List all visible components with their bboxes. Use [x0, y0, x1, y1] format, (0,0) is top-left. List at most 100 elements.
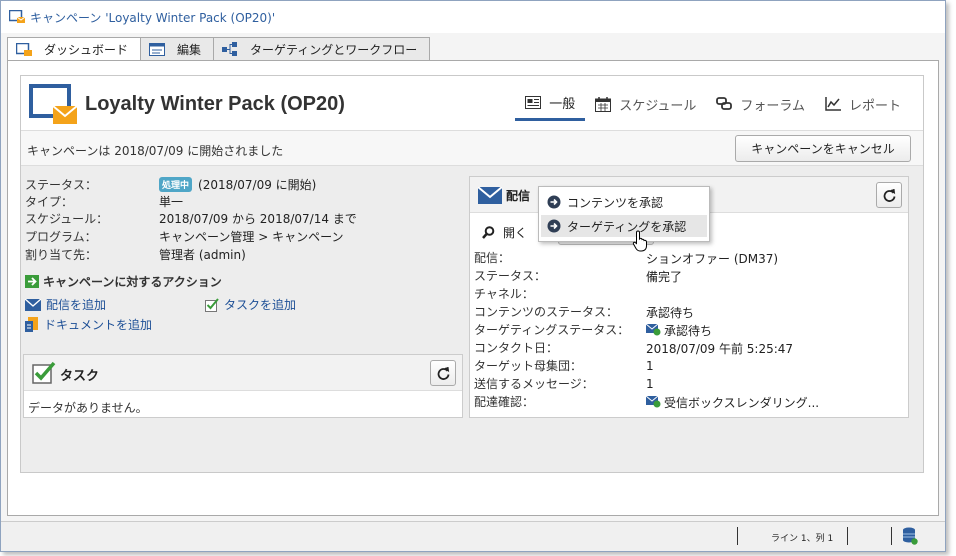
program-label: プログラム：: [25, 230, 97, 244]
delivery-status-label: ステータス：: [474, 269, 547, 283]
channel-row: チャネル：: [474, 285, 646, 303]
status-separator: [891, 527, 892, 545]
assignee-value: 管理者 (admin): [159, 248, 246, 262]
status-label: ステータス：: [25, 178, 98, 192]
add-task-label: タスクを追加: [224, 298, 297, 312]
campaign-icon: [9, 10, 25, 23]
tasks-widget: タスク データがありません。: [23, 354, 463, 418]
tasks-header: タスク: [24, 355, 462, 391]
cursor-position: ライン 1、列 1: [771, 534, 834, 544]
approve-targeting-label: ターゲティングを承認: [567, 219, 687, 234]
add-document-label: ドキュメントを追加: [44, 318, 153, 332]
campaign-actions-heading: キャンペーンに対するアクション: [25, 273, 222, 290]
program-link[interactable]: キャンペーン管理 > キャンペーン: [159, 228, 344, 246]
contact-date-row: コンタクト日： 2018/07/09 午前 5:25:47: [474, 339, 793, 357]
general-icon: [525, 96, 542, 109]
view-schedule[interactable]: スケジュール: [585, 90, 706, 121]
database-icon: [903, 527, 918, 545]
tab-dashboard[interactable]: ダッシュボード: [7, 37, 142, 62]
campaign-title: Loyalty Winter Pack (OP20): [85, 93, 345, 115]
cancel-campaign-button[interactable]: キャンペーンをキャンセル: [735, 135, 911, 162]
messages-value: 1: [646, 377, 654, 391]
view-general[interactable]: 一般: [515, 90, 586, 121]
type-value: 単一: [159, 195, 184, 209]
delivery-refresh-button[interactable]: [876, 182, 902, 208]
delivery-row: 配信： ションオファー (DM37): [474, 249, 778, 267]
hand-cursor-icon: [632, 230, 647, 252]
delivery-value: ションオファー (DM37): [646, 251, 779, 266]
proof-row: 配達確認： 受信ボックスレンダリング...: [474, 393, 819, 411]
inbox-rendering-icon: [646, 396, 661, 408]
messages-row: 送信するメッセージ： 1: [474, 375, 654, 393]
dashboard-icon: [16, 42, 32, 56]
campaign-started-notice: キャンペーンは 2018/07/09 に開始されました キャンペーンをキャンセル: [21, 130, 923, 166]
inbox-rendering-link[interactable]: 受信ボックスレンダリング...: [646, 393, 819, 411]
status-badge: 処理中: [159, 177, 193, 192]
targeting-status-wrap: 承認待ち: [646, 321, 712, 339]
window-title: キャンペーン 'Loyalty Winter Pack (OP20)': [30, 10, 276, 25]
tasks-refresh-button[interactable]: [430, 360, 456, 386]
approve-targeting-item[interactable]: ターゲティングを承認: [541, 215, 707, 237]
add-delivery-link[interactable]: 配信を追加: [25, 296, 106, 313]
tab-edit[interactable]: 編集: [140, 37, 215, 61]
status-bar: ライン 1、列 1: [1, 521, 945, 551]
document-icon: [25, 316, 38, 332]
schedule-label: スケジュール：: [25, 212, 109, 226]
messages-label: 送信するメッセージ：: [474, 377, 594, 391]
notice-message: キャンペーンは 2018/07/09 に開始されました: [27, 144, 284, 158]
status-value: (2018/07/09 に開始): [198, 178, 317, 192]
view-forum-label: フォーラム: [740, 98, 805, 114]
forum-icon: [716, 97, 733, 110]
delivery-status-value: 備完了: [646, 269, 683, 284]
tab-bar: ダッシュボード 編集 ターゲティングとワークフロー: [7, 37, 431, 62]
open-label: 開く: [503, 226, 528, 240]
contact-date-value: 2018/07/09 午前 5:25:47: [646, 341, 794, 356]
proof-label: 配達確認：: [474, 395, 535, 409]
type-label: タイプ：: [25, 195, 74, 209]
task-check-icon: [32, 361, 56, 384]
status-separator: [847, 527, 848, 545]
edit-form-icon: [149, 42, 166, 56]
add-task-link[interactable]: タスクを追加: [205, 296, 296, 313]
view-report-label: レポート: [848, 98, 901, 114]
delivery-status-row: ステータス： 備完了: [474, 267, 682, 285]
schedule-value: 2018/07/09 から 2018/07/14 まで: [159, 212, 357, 226]
assignee-label: 割り当て先：: [25, 248, 98, 262]
campaign-window: キャンペーン 'Loyalty Winter Pack (OP20)' ダッシュ…: [0, 0, 946, 552]
target-population-row: ターゲット母集団： 1: [474, 357, 654, 375]
status-separator: [737, 527, 738, 545]
calendar-icon: [595, 96, 612, 112]
view-general-label: 一般: [549, 97, 576, 112]
schedule-row: スケジュール： 2018/07/09 から 2018/07/14 まで: [25, 210, 357, 228]
campaign-panel: Loyalty Winter Pack (OP20) 一般 スケジュール フォー…: [20, 75, 924, 473]
targeting-status-row: ターゲティングステータス： 承認待ち: [474, 321, 712, 339]
status-row: ステータス： 処理中 (2018/07/09 に開始): [25, 176, 316, 194]
contact-date-label: コンタクト日：: [474, 341, 559, 355]
assignee-row: 割り当て先： 管理者 (admin): [25, 246, 246, 264]
inbox-rendering-label: 受信ボックスレンダリング...: [664, 395, 820, 410]
program-row: プログラム： キャンペーン管理 > キャンペーン: [25, 228, 344, 246]
tab-edit-label: 編集: [177, 42, 202, 57]
envelope-icon: [478, 187, 502, 204]
arrow-circle-icon: [547, 195, 561, 209]
campaign-brand-icon: [29, 84, 78, 124]
tab-dashboard-label: ダッシュボード: [44, 43, 129, 57]
content-status-link[interactable]: 承認待ち: [646, 303, 694, 321]
targeting-status-label: ターゲティングステータス：: [474, 323, 630, 337]
refresh-icon: [883, 188, 895, 202]
tab-targeting-label: ターゲティングとワークフロー: [250, 42, 418, 57]
content-status-row: コンテンツのステータス： 承認待ち: [474, 303, 694, 321]
envelope-icon: [25, 298, 41, 311]
view-report[interactable]: レポート: [815, 90, 911, 121]
add-document-link[interactable]: ドキュメントを追加: [25, 316, 152, 333]
view-forum[interactable]: フォーラム: [706, 90, 815, 121]
refresh-icon: [437, 366, 449, 380]
tab-targeting-workflow[interactable]: ターゲティングとワークフロー: [213, 37, 431, 61]
pending-approval-icon: [646, 324, 661, 336]
target-population-label: ターゲット母集団：: [474, 359, 583, 373]
approve-content-item[interactable]: コンテンツを承認: [541, 191, 707, 213]
open-button[interactable]: 開く: [482, 224, 527, 241]
channel-label: チャネル：: [474, 287, 534, 301]
targeting-status-value: 承認待ち: [664, 323, 713, 338]
approve-dropdown-menu: コンテンツを承認 ターゲティングを承認: [538, 186, 710, 242]
